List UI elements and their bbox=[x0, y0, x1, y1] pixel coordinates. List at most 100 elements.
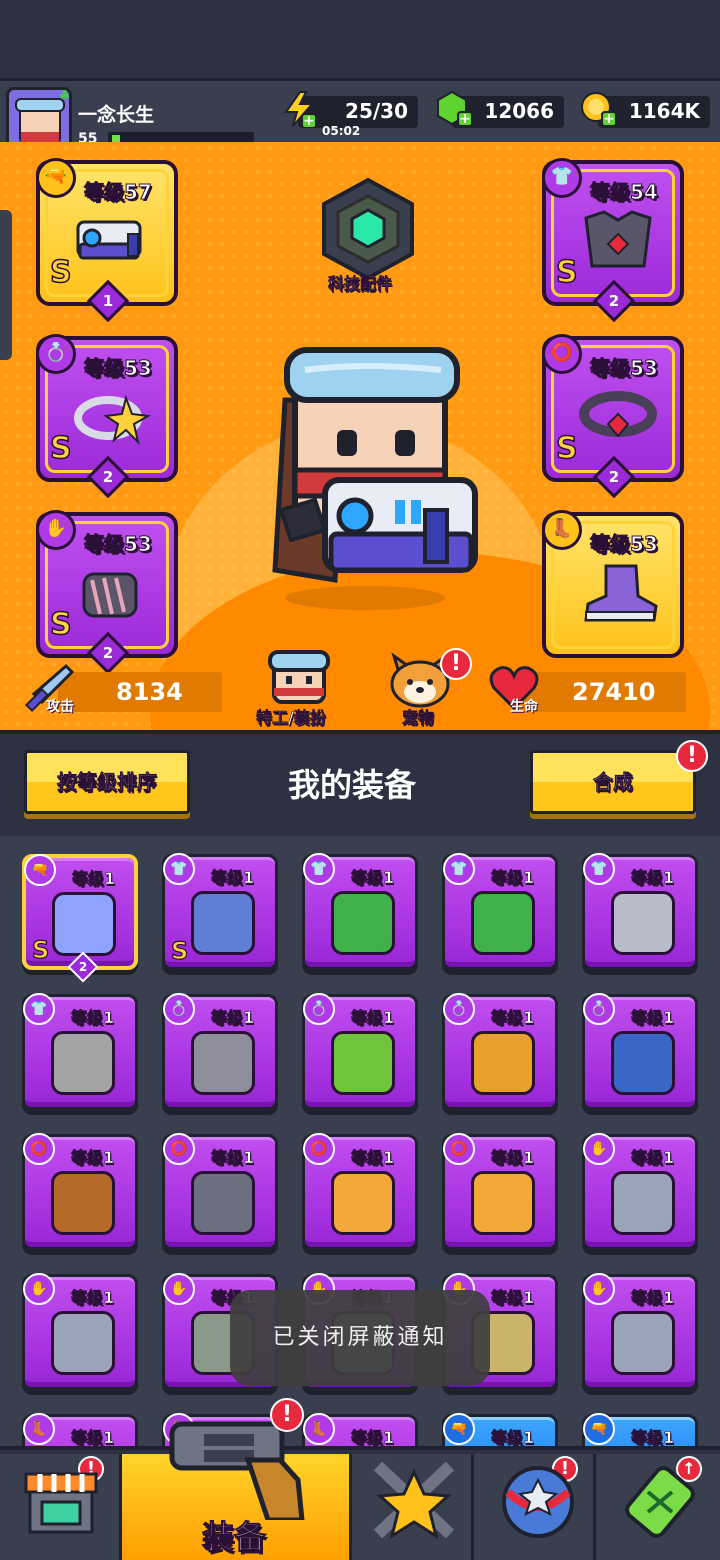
battery-pendant-icon bbox=[471, 1031, 535, 1095]
avatar-scarf bbox=[21, 132, 59, 142]
gold-coin-plus-icon: + bbox=[581, 92, 617, 127]
item-level: 等级1 bbox=[211, 1008, 255, 1028]
equipped-necklace-level: 等级53 bbox=[590, 356, 659, 381]
inventory-item[interactable]: 👕 等级1 S bbox=[162, 853, 278, 970]
inventory-item[interactable]: ⭕ 等级1 bbox=[442, 1133, 558, 1250]
star-globe-icon bbox=[502, 1466, 574, 1538]
armor-slot-icon: 👕 bbox=[583, 853, 615, 885]
armor-slot-icon: 👕 bbox=[542, 158, 582, 198]
gloves-slot-icon: ✋ bbox=[583, 1273, 615, 1305]
equipped-gloves-level: 等级53 bbox=[84, 532, 153, 557]
tech-part-label: 科技配件 bbox=[328, 274, 393, 294]
plasma-gun-icon bbox=[52, 892, 116, 956]
merge-alert-badge: ! bbox=[676, 740, 708, 772]
attack-value: 8134 bbox=[116, 678, 183, 706]
sort-by-level-button[interactable]: 按等级排序 bbox=[24, 750, 190, 814]
cyber-vest-icon bbox=[191, 891, 255, 955]
item-level: 等级1 bbox=[351, 868, 395, 888]
status-bar bbox=[0, 0, 720, 78]
inventory-item[interactable]: 💍 等级1 bbox=[162, 993, 278, 1110]
inventory-item[interactable]: ✋ 等级1 bbox=[582, 1133, 698, 1250]
equipped-armor-level: 等级54 bbox=[590, 180, 659, 205]
agent-character[interactable] bbox=[245, 340, 485, 610]
agent-outfit-icon[interactable] bbox=[266, 650, 332, 706]
health-label: 生命 bbox=[510, 699, 538, 715]
equipped-ring-level: 等级53 bbox=[84, 356, 153, 381]
armor-slot-icon: 👕 bbox=[443, 853, 475, 885]
rank-badge: S bbox=[49, 254, 72, 291]
armor-slot-icon: 👕 bbox=[23, 993, 55, 1025]
rank-badge: S bbox=[31, 935, 50, 964]
star-ring-icon bbox=[74, 394, 152, 446]
side-drawer-handle[interactable] bbox=[0, 210, 12, 360]
inventory-item[interactable]: ⭕ 等级1 bbox=[302, 1133, 418, 1250]
equipped-boots[interactable]: 👢 等级53 bbox=[542, 510, 684, 658]
item-level: 等级1 bbox=[211, 868, 255, 888]
spiked-armor-icon bbox=[584, 210, 652, 268]
gloves-slot-icon: ✋ bbox=[583, 1133, 615, 1165]
item-level: 等级1 bbox=[72, 869, 116, 889]
inventory-item[interactable]: ✋ 等级1 bbox=[582, 1273, 698, 1390]
inventory-item[interactable]: 👢等级1 bbox=[22, 1413, 138, 1446]
ring-slot-icon: 💍 bbox=[303, 993, 335, 1025]
inventory-item[interactable]: 👕 等级1 bbox=[302, 853, 418, 970]
inventory-item[interactable]: 👕 等级1 bbox=[582, 853, 698, 970]
item-level: 等级1 bbox=[631, 868, 675, 888]
rank-badge: S bbox=[170, 936, 189, 965]
inventory-item[interactable]: 🔫 等级1 bbox=[442, 1413, 558, 1446]
boots-slot-icon: 👢 bbox=[542, 510, 582, 550]
equipped-weapon[interactable]: 🔫 等级57 S 1 bbox=[36, 158, 178, 323]
inventory-item[interactable]: ✋ 等级1 bbox=[22, 1273, 138, 1390]
necklace-slot-icon: ⭕ bbox=[303, 1133, 335, 1165]
inventory-item[interactable]: 👢等级1 bbox=[302, 1413, 418, 1446]
energy-timer: 05:02 bbox=[322, 124, 361, 138]
weapon-slot-icon: 🔫 bbox=[24, 854, 56, 886]
agent-outfit-label[interactable]: 特工/装扮 bbox=[256, 704, 326, 728]
item-level: 等级1 bbox=[491, 1148, 535, 1168]
inventory-item[interactable]: 👕 等级1 bbox=[442, 853, 558, 970]
inventory-item[interactable]: ⭕ 等级1 bbox=[162, 1133, 278, 1250]
inventory-item[interactable]: 💍 等级1 bbox=[582, 993, 698, 1110]
inventory-item[interactable]: ⭕ 等级1 bbox=[22, 1133, 138, 1250]
item-level: 等级1 bbox=[211, 1148, 255, 1168]
gem-value: 12066 bbox=[484, 99, 554, 123]
boots-slot-icon: 👢 bbox=[23, 1413, 55, 1445]
ring-slot-icon: 💍 bbox=[443, 993, 475, 1025]
nav-equipment-label: 装备 bbox=[201, 1518, 267, 1557]
tier-value: 1 bbox=[102, 292, 114, 310]
inventory-item[interactable]: 🔫 等级1 bbox=[582, 1413, 698, 1446]
item-level: 等级1 bbox=[631, 1288, 675, 1308]
equipped-armor[interactable]: 👕 等级54 S 2 bbox=[542, 158, 684, 323]
merge-button[interactable]: 合成 bbox=[530, 750, 696, 814]
shield-pendant-icon bbox=[611, 1031, 675, 1095]
inventory-item[interactable]: 👕 等级1 bbox=[22, 993, 138, 1110]
weapon-slot-icon: 🔫 bbox=[443, 1413, 475, 1445]
necklace-slot-icon: ⭕ bbox=[443, 1133, 475, 1165]
item-level: 等级1 bbox=[491, 868, 535, 888]
equipped-gloves[interactable]: ✋ 等级53 S 2 bbox=[36, 510, 178, 675]
pet-label[interactable]: 宠物 bbox=[402, 704, 435, 728]
item-level: 等级1 bbox=[631, 1008, 675, 1028]
crossed-swords-star-icon bbox=[373, 1461, 455, 1540]
inventory-item[interactable]: 💍 等级1 bbox=[302, 993, 418, 1110]
equipped-ring[interactable]: 💍 等级53 S 2 bbox=[36, 334, 178, 499]
spiked-ring-icon bbox=[191, 1031, 255, 1095]
item-level: 等级1 bbox=[351, 1008, 395, 1028]
gloves-slot-icon: ✋ bbox=[23, 1273, 55, 1305]
necklace-slot-icon: ⭕ bbox=[163, 1133, 195, 1165]
item-level: 等级1 bbox=[71, 1008, 115, 1028]
tier-value: 2 bbox=[102, 644, 114, 662]
steel-gauntlet-icon bbox=[611, 1311, 675, 1375]
health-value: 27410 bbox=[572, 678, 656, 706]
equipped-necklace[interactable]: ⭕ 等级53 S 2 bbox=[542, 334, 684, 499]
equipment-alert-badge: ! bbox=[270, 1398, 304, 1432]
amber-collar-icon bbox=[331, 1171, 395, 1235]
svg-text:+: + bbox=[603, 111, 615, 127]
inventory-item[interactable]: 🔫 等级1 S 2 bbox=[22, 854, 138, 983]
coin-value: 1164K bbox=[628, 99, 700, 123]
rank-badge: S bbox=[555, 254, 578, 291]
steel-gauntlet-icon bbox=[611, 1171, 675, 1235]
item-level: 等级1 bbox=[71, 1148, 115, 1168]
inventory-item[interactable]: 💍 等级1 bbox=[442, 993, 558, 1110]
item-level: 等级1 bbox=[491, 1008, 535, 1028]
